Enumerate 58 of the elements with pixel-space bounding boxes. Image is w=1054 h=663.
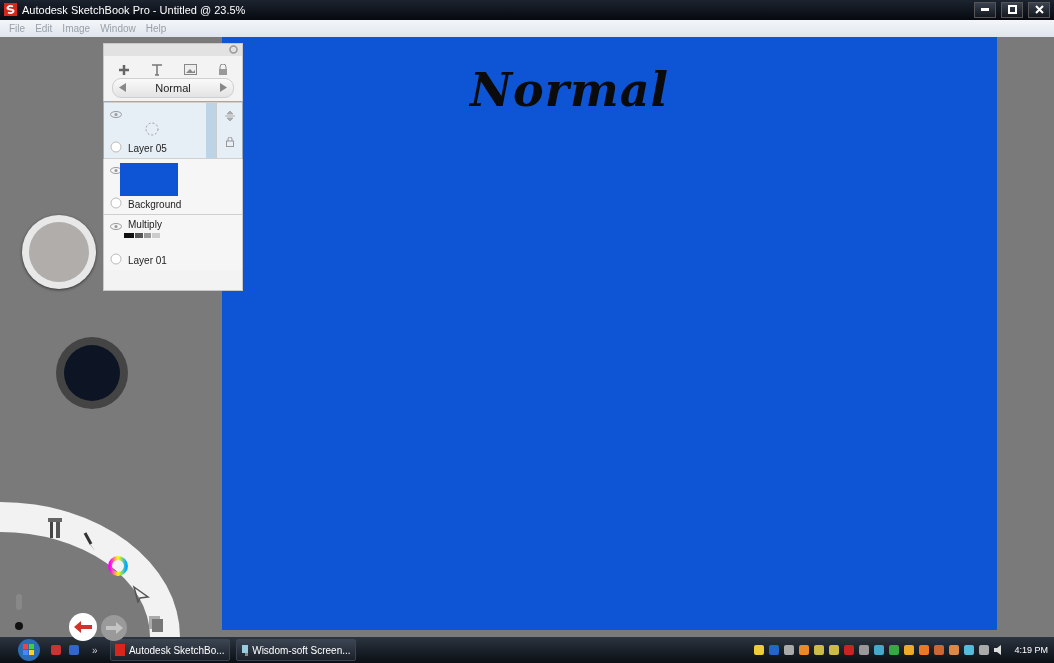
radio-icon[interactable] [110, 140, 122, 153]
taskbar-button[interactable]: Wisdom-soft Screen... [235, 639, 356, 662]
navigation-puck[interactable] [22, 214, 96, 289]
tools-icon[interactable] [47, 516, 63, 539]
lock-icon[interactable] [217, 63, 228, 76]
quick-launch-icon[interactable] [50, 644, 62, 657]
close-icon [1034, 5, 1044, 15]
layer-thumbnail [120, 162, 178, 196]
minimize-icon [981, 8, 989, 12]
blend-mode-label: Multiply [128, 218, 162, 230]
layer-name: Background [128, 198, 182, 210]
overflow-chevron[interactable]: » [92, 644, 98, 656]
radio-icon[interactable] [110, 252, 122, 265]
layers-icon[interactable] [148, 614, 164, 633]
tray-icon[interactable] [903, 644, 916, 657]
add-layer-icon[interactable] [118, 63, 131, 76]
tray-icon[interactable] [783, 644, 796, 657]
monitor-icon [240, 644, 249, 657]
text-icon[interactable] [151, 63, 164, 76]
color-wheel-icon[interactable] [107, 554, 129, 577]
taskbar-button[interactable]: Autodesk SketchBo... [109, 639, 230, 662]
maximize-button[interactable] [1001, 1, 1023, 18]
tray-icon[interactable] [753, 644, 766, 657]
blend-mode-label: Normal [155, 81, 191, 94]
tray-icon[interactable] [873, 644, 886, 657]
app-logo-icon [114, 644, 125, 657]
radio-icon[interactable] [110, 196, 122, 209]
tray-icon[interactable] [858, 644, 871, 657]
tray-icon[interactable] [963, 644, 976, 657]
layer-row[interactable]: Layer 05 [104, 101, 242, 158]
quick-launch-icon[interactable] [68, 644, 80, 657]
opacity-bar-icon [124, 232, 160, 238]
undo-icon[interactable] [69, 612, 97, 641]
tray-icon[interactable] [978, 644, 991, 657]
image-icon[interactable] [183, 63, 197, 75]
tray-icon[interactable] [813, 644, 826, 657]
previous-mode-icon[interactable] [119, 83, 126, 93]
eye-icon[interactable] [110, 166, 122, 174]
close-button[interactable] [1028, 1, 1050, 18]
selection-icon[interactable] [132, 584, 150, 603]
empty-layer-icon [144, 120, 160, 137]
tray-icon[interactable] [933, 644, 946, 657]
clock: 4:19 PM [1014, 645, 1048, 656]
next-mode-icon[interactable] [220, 83, 227, 93]
layer-name: Layer 01 [128, 254, 167, 266]
app-logo-icon [4, 3, 17, 17]
tray-icon[interactable] [798, 644, 811, 657]
tray-icon[interactable] [828, 644, 841, 657]
scroll-handle[interactable] [206, 102, 216, 158]
tray-icon[interactable] [888, 644, 901, 657]
layer-name: Layer 05 [128, 142, 167, 154]
tray-icon[interactable] [918, 644, 931, 657]
tray-icon[interactable] [948, 644, 961, 657]
redo-icon[interactable] [101, 614, 127, 641]
maximize-icon [1007, 5, 1017, 15]
window-title: Autodesk SketchBook Pro - Untitled @ 23.5% [22, 3, 247, 16]
canvas-text: Normal [470, 62, 669, 117]
minimize-button[interactable] [974, 1, 996, 18]
